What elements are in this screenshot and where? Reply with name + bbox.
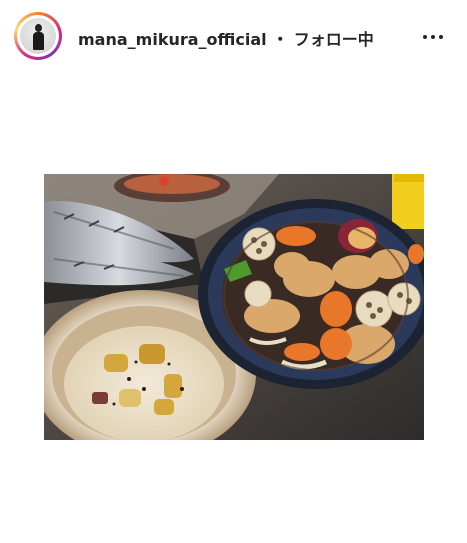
post-header: mana_mikura_official ・ フォロー中	[0, 0, 467, 72]
separator: ・	[272, 30, 289, 49]
post-photo[interactable]	[44, 174, 424, 440]
username-link[interactable]: mana_mikura_official	[78, 30, 267, 49]
story-ring[interactable]	[14, 12, 62, 60]
avatar[interactable]	[20, 18, 56, 54]
follow-status[interactable]: フォロー中	[294, 30, 374, 49]
username-line: mana_mikura_official ・ フォロー中	[78, 26, 374, 50]
more-horizontal-icon[interactable]	[422, 26, 444, 46]
food-photo	[44, 174, 424, 440]
